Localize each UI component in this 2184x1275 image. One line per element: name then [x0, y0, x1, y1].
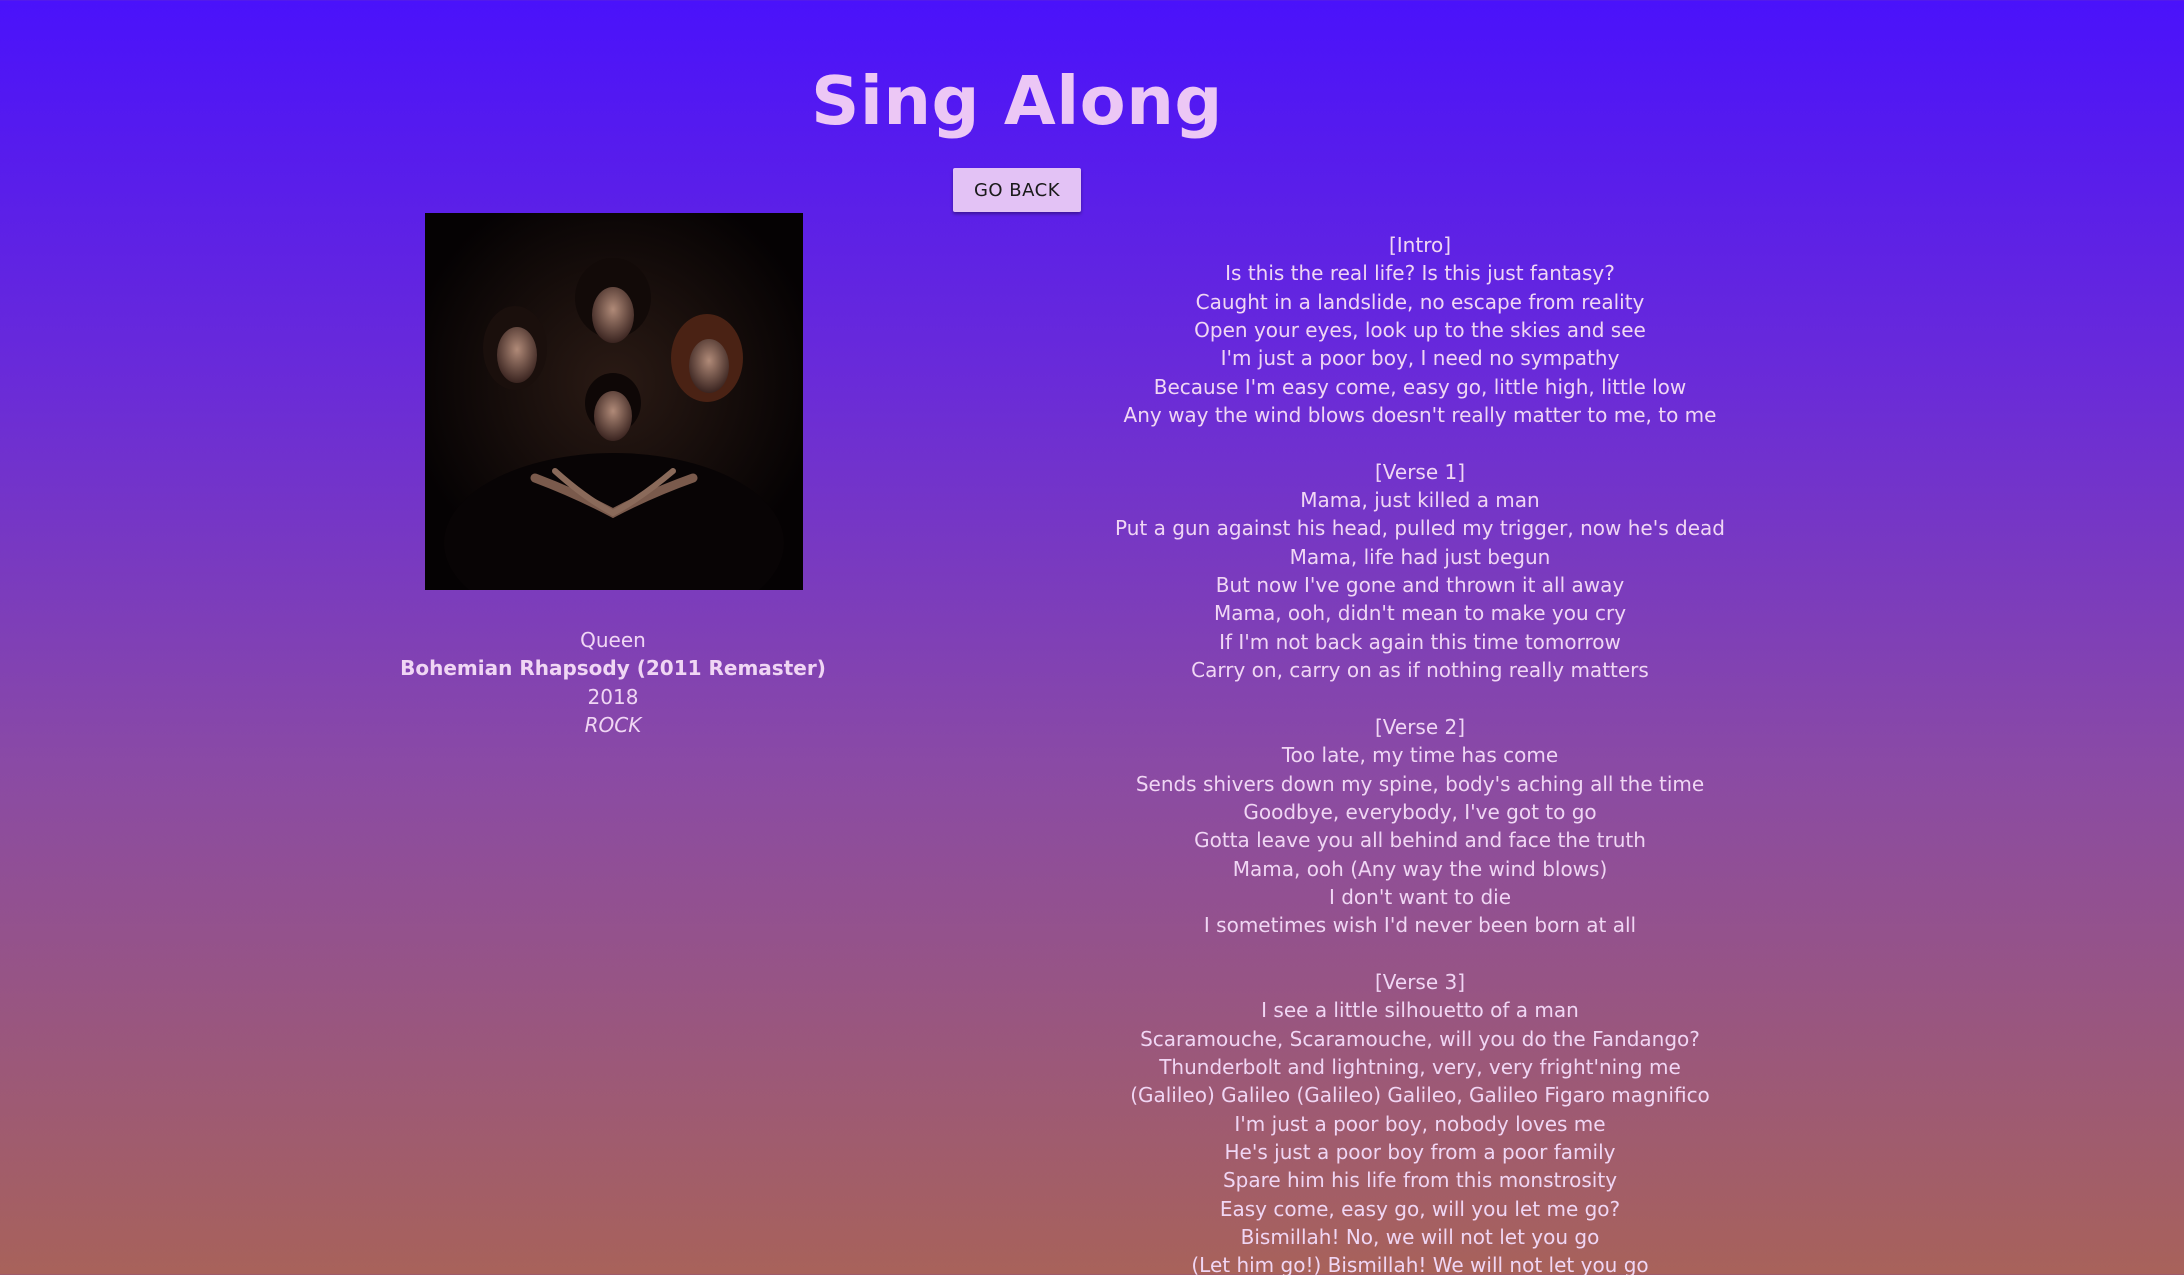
lyric-line: Mama, life had just begun [1289, 544, 1551, 569]
lyric-line: Mama, ooh, didn't mean to make you cry [1213, 601, 1627, 626]
lyric-line: Spare him his life from this monstrosity [1222, 1168, 1618, 1193]
lyric-line: Too late, my time has come [1281, 743, 1559, 768]
lyric-line: If I'm not back again this time tomorrow [1219, 629, 1621, 654]
lyrics-section-label: [Verse 1] [1374, 459, 1466, 484]
album-art-image [425, 213, 803, 590]
song-title: Bohemian Rhapsody (2011 Remaster) [400, 656, 826, 681]
lyric-line: Open your eyes, look up to the skies and… [1194, 318, 1646, 343]
lyrics-panel: [Intro] Is this the real life? Is this j… [1020, 231, 1820, 1275]
lyric-line: Is this the real life? Is this just fant… [1225, 261, 1615, 286]
lyrics-section-label: [Verse 2] [1374, 714, 1466, 739]
lyric-line: (Galileo) Galileo (Galileo) Galileo, Gal… [1130, 1083, 1710, 1108]
lyrics-spacer [1020, 940, 1820, 968]
lyric-line: Easy come, easy go, will you let me go? [1219, 1196, 1621, 1221]
artist-name: Queen [580, 628, 646, 652]
page-title: Sing Along [811, 62, 1223, 140]
lyric-line: I see a little silhouetto of a man [1261, 998, 1579, 1023]
song-info: Queen Bohemian Rhapsody (2011 Remaster) … [313, 626, 913, 739]
lyric-line: Mama, ooh (Any way the wind blows) [1232, 856, 1608, 881]
lyric-line: Any way the wind blows doesn't really ma… [1123, 403, 1717, 428]
lyric-line: Scaramouche, Scaramouche, will you do th… [1140, 1026, 1700, 1051]
lyric-line: I'm just a poor boy, nobody loves me [1234, 1111, 1606, 1136]
lyric-line: I'm just a poor boy, I need no sympathy [1220, 346, 1620, 371]
release-year: 2018 [587, 684, 639, 709]
lyric-line: I don't want to die [1328, 884, 1512, 909]
lyric-line: Bismillah! No, we will not let you go [1240, 1225, 1600, 1250]
lyric-line: Carry on, carry on as if nothing really … [1191, 658, 1649, 683]
lyric-line: I sometimes wish I'd never been born at … [1203, 913, 1637, 938]
lyric-line: Thunderbolt and lightning, very, very fr… [1159, 1054, 1681, 1079]
lyric-line: Caught in a landslide, no escape from re… [1195, 289, 1645, 314]
lyric-line: Goodbye, everybody, I've got to go [1243, 799, 1597, 824]
lyric-line: He's just a poor boy from a poor family [1224, 1140, 1616, 1164]
lyric-line: (Let him go!) Bismillah! We will not let… [1191, 1253, 1649, 1275]
lyrics-spacer [1020, 429, 1820, 457]
lyrics-section-label: [Intro] [1388, 233, 1452, 257]
lyrics-spacer [1020, 685, 1820, 713]
lyric-line: Put a gun against his head, pulled my tr… [1115, 516, 1725, 541]
band-portrait-image [425, 213, 803, 590]
lyric-line: Gotta leave you all behind and face the … [1194, 828, 1646, 853]
lyric-line: Sends shivers down my spine, body's achi… [1135, 771, 1705, 796]
lyric-line: Because I'm easy come, easy go, little h… [1153, 374, 1687, 399]
go-back-button[interactable]: GO BACK [953, 168, 1081, 212]
lyrics-section-label: [Verse 3] [1374, 969, 1466, 994]
genre-label: ROCK [584, 712, 642, 737]
lyric-line: But now I've gone and thrown it all away [1215, 573, 1625, 598]
lyric-line: Mama, just killed a man [1300, 488, 1540, 513]
